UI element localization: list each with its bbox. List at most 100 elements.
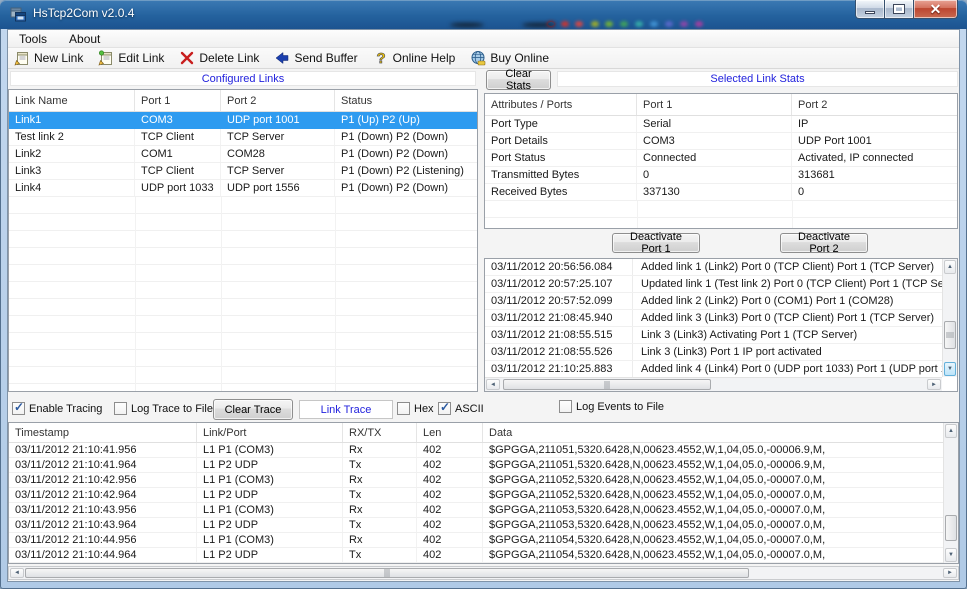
deactivate-port2-button[interactable]: Deactivate Port 2 [780,233,868,253]
stats-port1-cell: 0 [637,167,792,183]
title-bar[interactable]: HsTcp2Com v2.0.4 ✕ [0,0,967,29]
clear-stats-button[interactable]: Clear Stats [486,70,551,90]
column-header-attributes[interactable]: Attributes / Ports [485,94,637,115]
column-header-rxtx[interactable]: RX/TX [343,423,417,442]
hex-label: Hex [414,403,434,415]
delete-link-label: Delete Link [199,51,259,65]
clear-trace-button[interactable]: Clear Trace [213,399,293,420]
trace-dir-cell: Rx [343,503,417,517]
send-buffer-button[interactable]: Send Buffer [274,50,357,66]
online-help-button[interactable]: ? Online Help [373,50,456,66]
event-log-entry[interactable]: 03/11/2012 20:57:25.107 Updated link 1 (… [485,276,942,293]
edit-link-button[interactable]: Edit Link [98,50,164,66]
link-row[interactable]: Link3 TCP Client TCP Server P1 (Down) P2… [9,163,477,180]
event-timestamp: 03/11/2012 21:08:45.940 [485,310,633,326]
link-row[interactable]: Test link 2 TCP Client TCP Server P1 (Do… [9,129,477,146]
log-trace-checkbox[interactable]: ✓ Log Trace to File [114,402,213,415]
scroll-up-button[interactable]: ▲ [945,424,957,438]
column-header-stats-port1[interactable]: Port 1 [637,94,792,115]
column-header-port2[interactable]: Port 2 [221,90,335,111]
link-row[interactable]: Link4 UDP port 1033 UDP port 1556 P1 (Do… [9,180,477,197]
close-icon: ✕ [930,2,942,16]
trace-row[interactable]: 03/11/2012 21:10:42.956 L1 P1 (COM3) Rx … [9,473,943,488]
link-name-cell: Link4 [9,180,135,196]
scroll-right-button[interactable]: ► [943,568,957,578]
event-log-entry[interactable]: 03/11/2012 21:10:25.883 Added link 4 (Li… [485,361,942,377]
new-link-button[interactable]: New Link [14,50,83,66]
trace-data-cell: $GPGGA,211054,5320.6428,N,00623.4552,W,1… [483,533,943,547]
menu-about[interactable]: About [66,31,103,47]
hex-checkbox[interactable]: ✓ Hex [397,402,434,415]
checkbox-box: ✓ [397,402,410,415]
trace-hscroll-thumb[interactable] [25,568,749,578]
configured-links-empty-area [9,197,477,391]
column-header-link-name[interactable]: Link Name [9,90,135,111]
checkbox-box: ✓ [12,402,25,415]
event-log-entry[interactable]: 03/11/2012 21:08:45.940 Added link 3 (Li… [485,310,942,327]
column-header-len[interactable]: Len [417,423,483,442]
buy-online-label: Buy Online [490,51,549,65]
link-trace-label: Link Trace [321,404,372,416]
scroll-down-button[interactable]: ▼ [944,362,956,376]
stats-row[interactable]: Port Status Connected Activated, IP conn… [485,150,957,167]
event-log-entry[interactable]: 03/11/2012 21:08:55.515 Link 3 (Link3) A… [485,327,942,344]
menu-tools[interactable]: Tools [16,31,50,47]
event-log-entry[interactable]: 03/11/2012 20:57:52.099 Added link 2 (Li… [485,293,942,310]
column-header-port1[interactable]: Port 1 [135,90,221,111]
trace-row[interactable]: 03/11/2012 21:10:43.964 L1 P2 UDP Tx 402… [9,518,943,533]
buy-online-icon [470,50,486,66]
trace-scroll-thumb[interactable] [945,515,957,541]
stats-row[interactable]: Transmitted Bytes 0 313681 [485,167,957,184]
column-header-stats-port2[interactable]: Port 2 [792,94,957,115]
maximize-button[interactable] [885,0,913,19]
column-header-status[interactable]: Status [335,90,477,111]
stats-attribute-cell: Port Details [485,133,637,149]
trace-row[interactable]: 03/11/2012 21:10:41.964 L1 P2 UDP Tx 402… [9,458,943,473]
trace-len-cell: 402 [417,473,483,487]
trace-timestamp-cell: 03/11/2012 21:10:43.964 [9,518,197,532]
column-header-timestamp[interactable]: Timestamp [9,423,197,442]
deactivate-port1-button[interactable]: Deactivate Port 1 [612,233,700,253]
minimize-button[interactable] [855,0,885,19]
link-row[interactable]: Link2 COM1 COM28 P1 (Down) P2 (Down) [9,146,477,163]
event-log-horizontal-scrollbar[interactable]: ◄ ► [485,377,942,391]
close-button[interactable]: ✕ [913,0,958,19]
event-log-entry[interactable]: 03/11/2012 20:56:56.084 Added link 1 (Li… [485,259,942,276]
configured-links-header: Link Name Port 1 Port 2 Status [9,90,477,112]
event-log-entry[interactable]: 03/11/2012 21:08:55.526 Link 3 (Link3) P… [485,344,942,361]
trace-row[interactable]: 03/11/2012 21:10:44.956 L1 P1 (COM3) Rx … [9,533,943,548]
event-log-scroll-thumb[interactable] [944,321,956,349]
link-row[interactable]: Link1 COM3 UDP port 1001 P1 (Up) P2 (Up) [9,112,477,129]
link-trace-panel: Link Trace [299,400,393,419]
trace-row[interactable]: 03/11/2012 21:10:43.956 L1 P1 (COM3) Rx … [9,503,943,518]
log-events-checkbox[interactable]: ✓ Log Events to File [559,400,664,413]
stats-row[interactable]: Received Bytes 337130 0 [485,184,957,201]
scroll-right-button[interactable]: ► [927,379,941,390]
enable-tracing-checkbox[interactable]: ✓ Enable Tracing [12,402,102,415]
configured-links-title-text: Configured Links [202,73,285,85]
trace-vertical-scrollbar[interactable]: ▲ ▼ [943,423,958,563]
scroll-left-button[interactable]: ◄ [486,379,500,390]
trace-horizontal-scrollbar[interactable]: ◄ ► [8,566,959,580]
trace-header: Timestamp Link/Port RX/TX Len Data [9,423,958,443]
ascii-checkbox[interactable]: ✓ ASCII [438,402,484,415]
svg-text:?: ? [376,50,385,66]
stats-port1-cell: COM3 [637,133,792,149]
trace-row[interactable]: 03/11/2012 21:10:44.964 L1 P2 UDP Tx 402… [9,548,943,563]
delete-link-button[interactable]: Delete Link [179,50,259,66]
stats-row[interactable]: Port Details COM3 UDP Port 1001 [485,133,957,150]
scroll-up-button[interactable]: ▲ [944,260,956,274]
buy-online-button[interactable]: Buy Online [470,50,549,66]
trace-row[interactable]: 03/11/2012 21:10:41.956 L1 P1 (COM3) Rx … [9,443,943,458]
event-log-hscroll-thumb[interactable] [503,379,711,390]
trace-link-cell: L1 P1 (COM3) [197,443,343,457]
scroll-down-button[interactable]: ▼ [945,548,957,562]
event-log-vertical-scrollbar[interactable]: ▲ ▼ [942,259,957,377]
stats-row[interactable]: Port Type Serial IP [485,116,957,133]
scroll-left-button[interactable]: ◄ [10,568,24,578]
column-header-link-port[interactable]: Link/Port [197,423,343,442]
column-header-data[interactable]: Data [483,423,958,442]
checkbox-box: ✓ [114,402,127,415]
link-name-cell: Test link 2 [9,129,135,145]
trace-row[interactable]: 03/11/2012 21:10:42.964 L1 P2 UDP Tx 402… [9,488,943,503]
